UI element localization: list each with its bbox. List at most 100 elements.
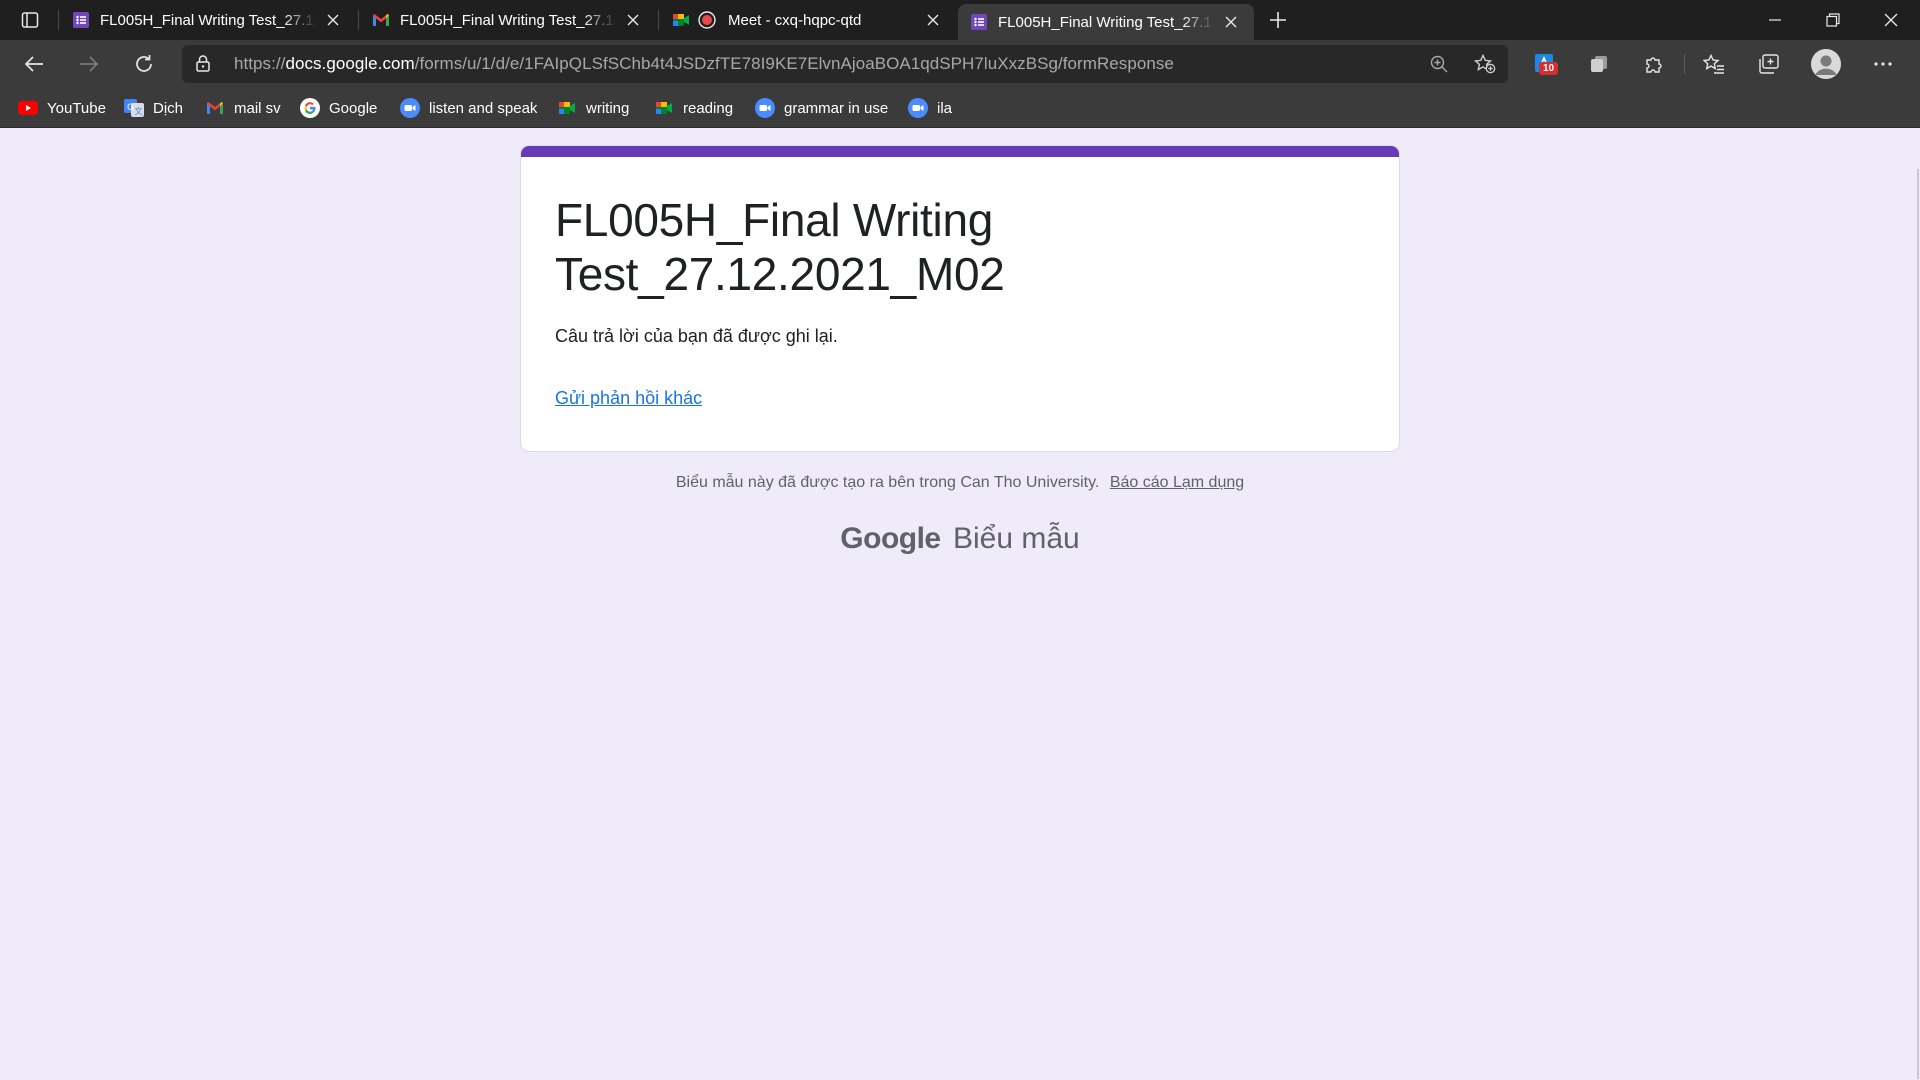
bookmark-label: writing: [586, 99, 630, 117]
tab-title: FL005H_Final Writing Test_27.12.2021_M02: [100, 11, 316, 29]
google-translate-icon: G文: [124, 98, 144, 118]
reload-button[interactable]: [126, 48, 162, 80]
address-bar[interactable]: https://docs.google.com/forms/u/1/d/e/1F…: [182, 45, 1508, 83]
bookmark-grammar-in-use[interactable]: grammar in use: [755, 96, 888, 120]
copy-extension-icon: [1591, 56, 1607, 72]
collections-icon: [1759, 54, 1779, 74]
favorites-button[interactable]: [1696, 48, 1732, 80]
url-path: /forms/u/1/d/e/1FAIpQLSfSChb4t4JSDzfTE78…: [414, 54, 1174, 73]
restore-button[interactable]: [1804, 0, 1862, 40]
form-response-card: FL005H_Final Writing Test_27.12.2021_M02…: [520, 145, 1400, 452]
youtube-icon: [18, 98, 38, 118]
url-scheme: https://: [234, 54, 286, 73]
bookmark-label: reading: [683, 99, 734, 117]
tab-strip: FL005H_Final Writing Test_27.12.2021_M02…: [0, 0, 1920, 40]
star-add-icon: [1474, 54, 1496, 74]
extension-button[interactable]: [1581, 48, 1617, 80]
collections-button[interactable]: [1751, 48, 1787, 80]
tab-separator: [58, 10, 59, 30]
recording-icon: [698, 11, 716, 29]
bookmark-label: Google: [329, 99, 378, 117]
zoom-button[interactable]: [1426, 52, 1452, 76]
favorites-icon: [1703, 54, 1724, 74]
google-forms-brand[interactable]: Google Biểu mẫu: [0, 522, 1920, 556]
arrow-left-icon: [24, 56, 43, 72]
add-favorite-button[interactable]: [1472, 52, 1498, 76]
tab-actions-icon: [21, 12, 39, 28]
forward-button[interactable]: [71, 48, 107, 80]
report-abuse-link[interactable]: Báo cáo Lạm dụng: [1110, 474, 1244, 491]
bookmark-label: mail sv: [234, 99, 281, 117]
close-window-button[interactable]: [1862, 0, 1920, 40]
tab-separator: [658, 10, 659, 30]
svg-text:文: 文: [135, 106, 143, 116]
bookmark-writing[interactable]: writing: [557, 96, 629, 120]
tab-separator: [358, 10, 359, 30]
tab-gmail[interactable]: FL005H_Final Writing Test_27.12.2021_M02: [360, 0, 656, 40]
svg-text:G: G: [127, 103, 134, 113]
bookmark-label: listen and speak: [429, 99, 538, 117]
back-button[interactable]: [16, 48, 52, 80]
tab-title: FL005H_Final Writing Test_27.12.2021_M02: [998, 13, 1214, 31]
form-footer: Biểu mẫu này đã được tạo ra bên trong Ca…: [0, 474, 1920, 492]
extensions-button[interactable]: [1636, 48, 1672, 80]
bookmark-label: grammar in use: [784, 99, 889, 117]
more-horizontal-icon: [1874, 62, 1892, 66]
browser-toolbar: https://docs.google.com/forms/u/1/d/e/1F…: [0, 40, 1920, 88]
user-avatar-icon: [1811, 49, 1841, 79]
settings-menu-button[interactable]: [1865, 48, 1901, 80]
submit-another-response-link[interactable]: Gửi phản hồi khác: [555, 388, 702, 409]
extension-translate-button[interactable]: 10: [1527, 48, 1563, 80]
url-host: docs.google.com: [285, 54, 415, 73]
google-meet-icon: [654, 98, 674, 118]
toolbar-separator: [1684, 54, 1685, 74]
zoom-icon: [755, 98, 775, 118]
zoom-icon: [400, 98, 420, 118]
gmail-icon: [205, 98, 225, 118]
tab-title: FL005H_Final Writing Test_27.12.2021_M02: [400, 11, 616, 29]
confirmation-message: Câu trả lời của bạn đã được ghi lại.: [555, 326, 838, 346]
forms-product-text: Biểu mẫu: [952, 522, 1080, 555]
restore-icon: [1826, 13, 1840, 27]
plus-icon: [1270, 12, 1286, 28]
gmail-icon: [372, 11, 390, 29]
google-forms-icon: [970, 13, 988, 31]
tab-forms-active[interactable]: FL005H_Final Writing Test_27.12.2021_M02: [958, 4, 1254, 40]
minimize-icon: [1769, 19, 1781, 21]
new-tab-button[interactable]: [1264, 8, 1292, 32]
tab-actions-menu-button[interactable]: [14, 8, 46, 32]
tab-meet[interactable]: Meet - cxq-hqpc-qtd: [660, 0, 956, 40]
bookmark-label: ila: [937, 99, 953, 117]
bookmark-dich[interactable]: G文 Dịch: [124, 96, 183, 120]
close-tab-icon[interactable]: [1220, 11, 1242, 33]
google-meet-icon: [557, 98, 577, 118]
puzzle-icon: [1646, 57, 1662, 73]
scrollbar-thumb[interactable]: [1917, 169, 1919, 1079]
bookmark-listen-and-speak[interactable]: listen and speak: [400, 96, 537, 120]
tab-title: Meet - cxq-hqpc-qtd: [728, 11, 862, 29]
zoom-icon: [908, 98, 928, 118]
lock-icon[interactable]: [196, 55, 210, 77]
form-accent-band: [521, 146, 1399, 157]
close-tab-icon[interactable]: [322, 9, 344, 31]
bookmark-reading[interactable]: reading: [654, 96, 733, 120]
footer-notice: Biểu mẫu này đã được tạo ra bên trong Ca…: [675, 474, 1100, 491]
bookmark-ila[interactable]: ila: [908, 96, 952, 120]
profile-avatar[interactable]: [1811, 49, 1841, 79]
close-tab-icon[interactable]: [622, 9, 644, 31]
bookmark-youtube[interactable]: YouTube: [18, 96, 106, 120]
zoom-in-icon: [1430, 55, 1448, 73]
google-icon: [300, 98, 320, 118]
extension-badge: 10: [1539, 62, 1558, 75]
arrow-right-icon: [80, 56, 99, 72]
bookmark-google[interactable]: Google: [300, 96, 377, 120]
close-tab-icon[interactable]: [922, 9, 944, 31]
bookmark-mail-sv[interactable]: mail sv: [205, 96, 281, 120]
minimize-button[interactable]: [1746, 0, 1804, 40]
bookmarks-bar: YouTube G文 Dịch mail sv Google listen an…: [0, 88, 1920, 128]
page-content: FL005H_Final Writing Test_27.12.2021_M02…: [0, 129, 1920, 1080]
tab-forms-1[interactable]: FL005H_Final Writing Test_27.12.2021_M02: [60, 0, 356, 40]
google-logo-text: Google: [840, 522, 941, 555]
form-title: FL005H_Final Writing Test_27.12.2021_M02: [555, 194, 1005, 300]
close-icon: [1884, 13, 1898, 27]
